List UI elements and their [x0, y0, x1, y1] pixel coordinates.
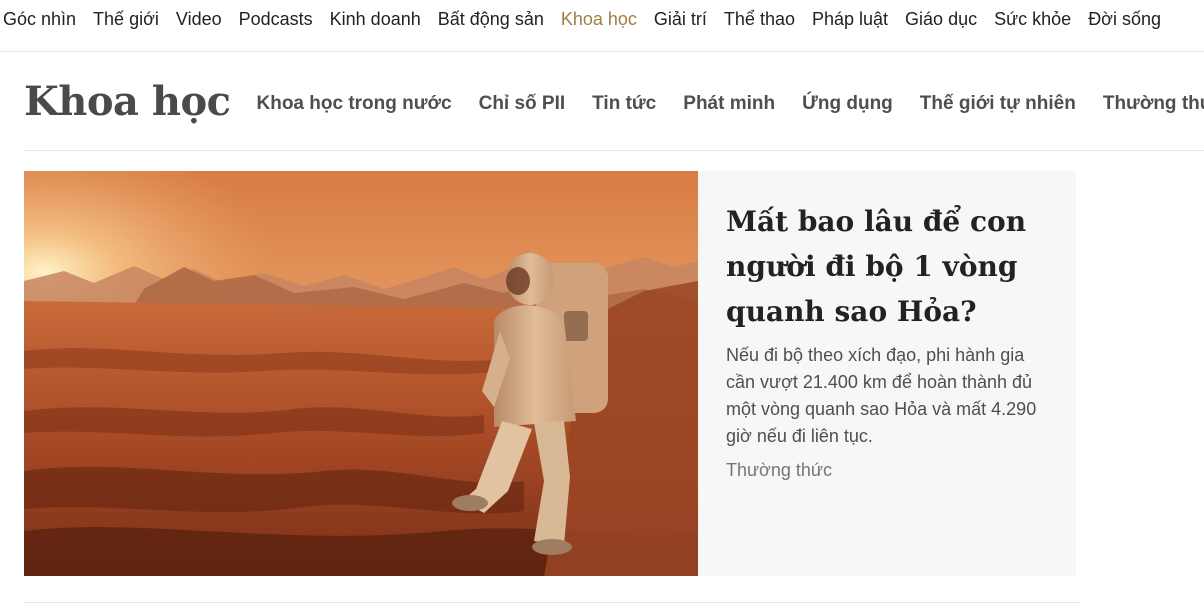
article-description: Nếu đi bộ theo xích đạo, phi hành gia cầ… — [726, 345, 1037, 446]
nav-item-goc-nhin[interactable]: Góc nhìn — [3, 0, 76, 38]
bottom-divider — [24, 602, 1080, 603]
mars-landscape-illustration — [24, 171, 698, 576]
nav-item-giai-tri[interactable]: Giải trí — [654, 0, 707, 38]
featured-article-body: Mất bao lâu để con người đi bộ 1 vòng qu… — [698, 171, 1076, 576]
section-subnav: Khoa học trong nước Chỉ số PII Tin tức P… — [257, 93, 1204, 115]
nav-item-phap-luat[interactable]: Pháp luật — [812, 0, 888, 38]
subnav-item-the-gioi-tu-nhien[interactable]: Thế giới tự nhiên — [920, 93, 1076, 115]
featured-article: Mất bao lâu để con người đi bộ 1 vòng qu… — [24, 171, 1076, 576]
subnav-item-tin-tuc[interactable]: Tin tức — [592, 93, 656, 115]
article-category[interactable]: Thường thức — [726, 454, 1052, 486]
top-navigation: Góc nhìn Thế giới Video Podcasts Kinh do… — [0, 0, 1204, 52]
nav-item-bat-dong-san[interactable]: Bất động sản — [438, 0, 544, 38]
nav-item-suc-khoe[interactable]: Sức khỏe — [994, 0, 1071, 38]
subnav-item-khoa-hoc-trong-nuoc[interactable]: Khoa học trong nước — [257, 93, 452, 115]
subnav-item-ung-dung[interactable]: Ứng dụng — [802, 93, 893, 115]
nav-item-doi-song[interactable]: Đời sống — [1088, 0, 1161, 38]
nav-item-the-thao[interactable]: Thể thao — [724, 0, 795, 38]
section-header: Khoa học Khoa học trong nước Chỉ số PII … — [24, 53, 1204, 151]
nav-item-kinh-doanh[interactable]: Kinh doanh — [330, 0, 421, 38]
nav-item-podcasts[interactable]: Podcasts — [239, 0, 313, 38]
astronaut-on-mars-image[interactable] — [24, 171, 698, 576]
subnav-item-phat-minh[interactable]: Phát minh — [683, 93, 775, 115]
article-title[interactable]: Mất bao lâu để con người đi bộ 1 vòng qu… — [726, 199, 1052, 334]
nav-item-video[interactable]: Video — [176, 0, 222, 38]
nav-item-khoa-hoc[interactable]: Khoa học — [561, 0, 637, 38]
nav-item-giao-duc[interactable]: Giáo dục — [905, 0, 977, 38]
subnav-item-chi-so-pii[interactable]: Chỉ số PII — [479, 93, 566, 115]
section-title[interactable]: Khoa học — [24, 78, 231, 125]
subnav-item-thuong-thuc[interactable]: Thường thức — [1103, 93, 1204, 115]
nav-item-the-gioi[interactable]: Thế giới — [93, 0, 159, 38]
